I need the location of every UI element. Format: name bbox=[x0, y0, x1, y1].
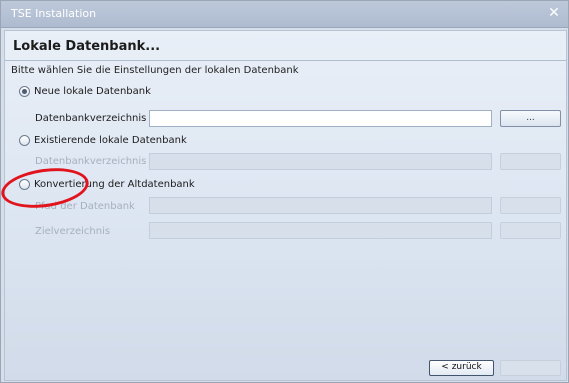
new-db-browse-button[interactable]: ... bbox=[500, 110, 561, 127]
radio-existing-database[interactable] bbox=[19, 135, 30, 146]
target-dir-input bbox=[149, 222, 492, 239]
target-dir-label: Zielverzeichnis bbox=[35, 226, 111, 237]
existing-db-browse-button bbox=[500, 153, 561, 170]
option-existing-database-label: Existierende lokale Datenbank bbox=[34, 135, 187, 146]
back-button[interactable]: < zurück bbox=[429, 360, 494, 376]
divider bbox=[5, 60, 566, 61]
target-dir-browse-button bbox=[500, 222, 561, 239]
option-new-database[interactable]: Neue lokale Datenbank bbox=[19, 86, 151, 97]
new-db-dir-label: Datenbankverzeichnis bbox=[35, 113, 147, 124]
title-bar: TSE Installation ✕ bbox=[1, 1, 568, 28]
radio-new-database[interactable] bbox=[19, 86, 30, 97]
next-button bbox=[500, 360, 561, 376]
window-title: TSE Installation bbox=[11, 7, 97, 20]
old-db-path-input bbox=[149, 197, 492, 214]
old-db-browse-button bbox=[500, 197, 561, 214]
existing-db-dir-label: Datenbankverzeichnis bbox=[35, 156, 147, 167]
option-existing-database[interactable]: Existierende lokale Datenbank bbox=[19, 135, 187, 146]
installer-window: TSE Installation ✕ Lokale Datenbank... B… bbox=[0, 0, 569, 383]
page-title: Lokale Datenbank... bbox=[13, 39, 161, 54]
option-new-database-label: Neue lokale Datenbank bbox=[34, 86, 151, 97]
existing-db-dir-input bbox=[149, 153, 492, 170]
new-db-dir-input[interactable] bbox=[149, 110, 492, 127]
page-subtitle: Bitte wählen Sie die Einstellungen der l… bbox=[11, 65, 299, 76]
close-icon[interactable]: ✕ bbox=[546, 5, 562, 21]
wizard-content: Lokale Datenbank... Bitte wählen Sie die… bbox=[0, 30, 567, 381]
